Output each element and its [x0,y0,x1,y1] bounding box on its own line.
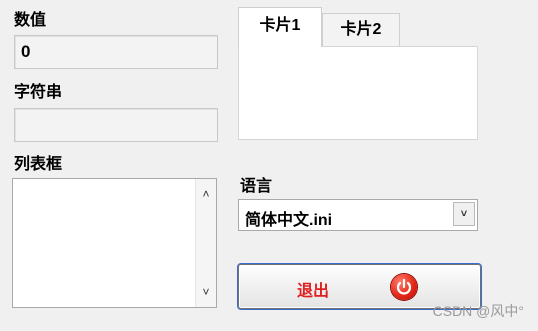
language-select[interactable]: 简体中文.ini ˅ [238,199,478,231]
language-select-value: 简体中文.ini [245,212,333,229]
listbox-scrollbar[interactable]: ˄ ˅ [195,179,216,307]
string-label: 字符串 [14,84,63,101]
scroll-down-icon[interactable]: ˅ [196,285,216,299]
language-label: 语言 [240,178,273,195]
watermark: CSDN @风中° [432,303,524,319]
listbox[interactable]: ˄ ˅ [12,178,217,308]
power-icon [391,274,417,300]
string-field[interactable] [14,108,218,142]
tab-card2[interactable]: 卡片2 [322,13,400,47]
exit-button-label: 退出 [297,283,330,300]
chevron-down-icon[interactable]: ˅ [453,202,475,226]
numeric-field[interactable]: 0 [14,35,218,69]
tab-panel [238,46,478,140]
listbox-label: 列表框 [14,156,63,173]
tab-card1[interactable]: 卡片1 [238,7,322,47]
scroll-up-icon[interactable]: ˄ [196,187,216,201]
numeric-label: 数值 [14,12,47,29]
